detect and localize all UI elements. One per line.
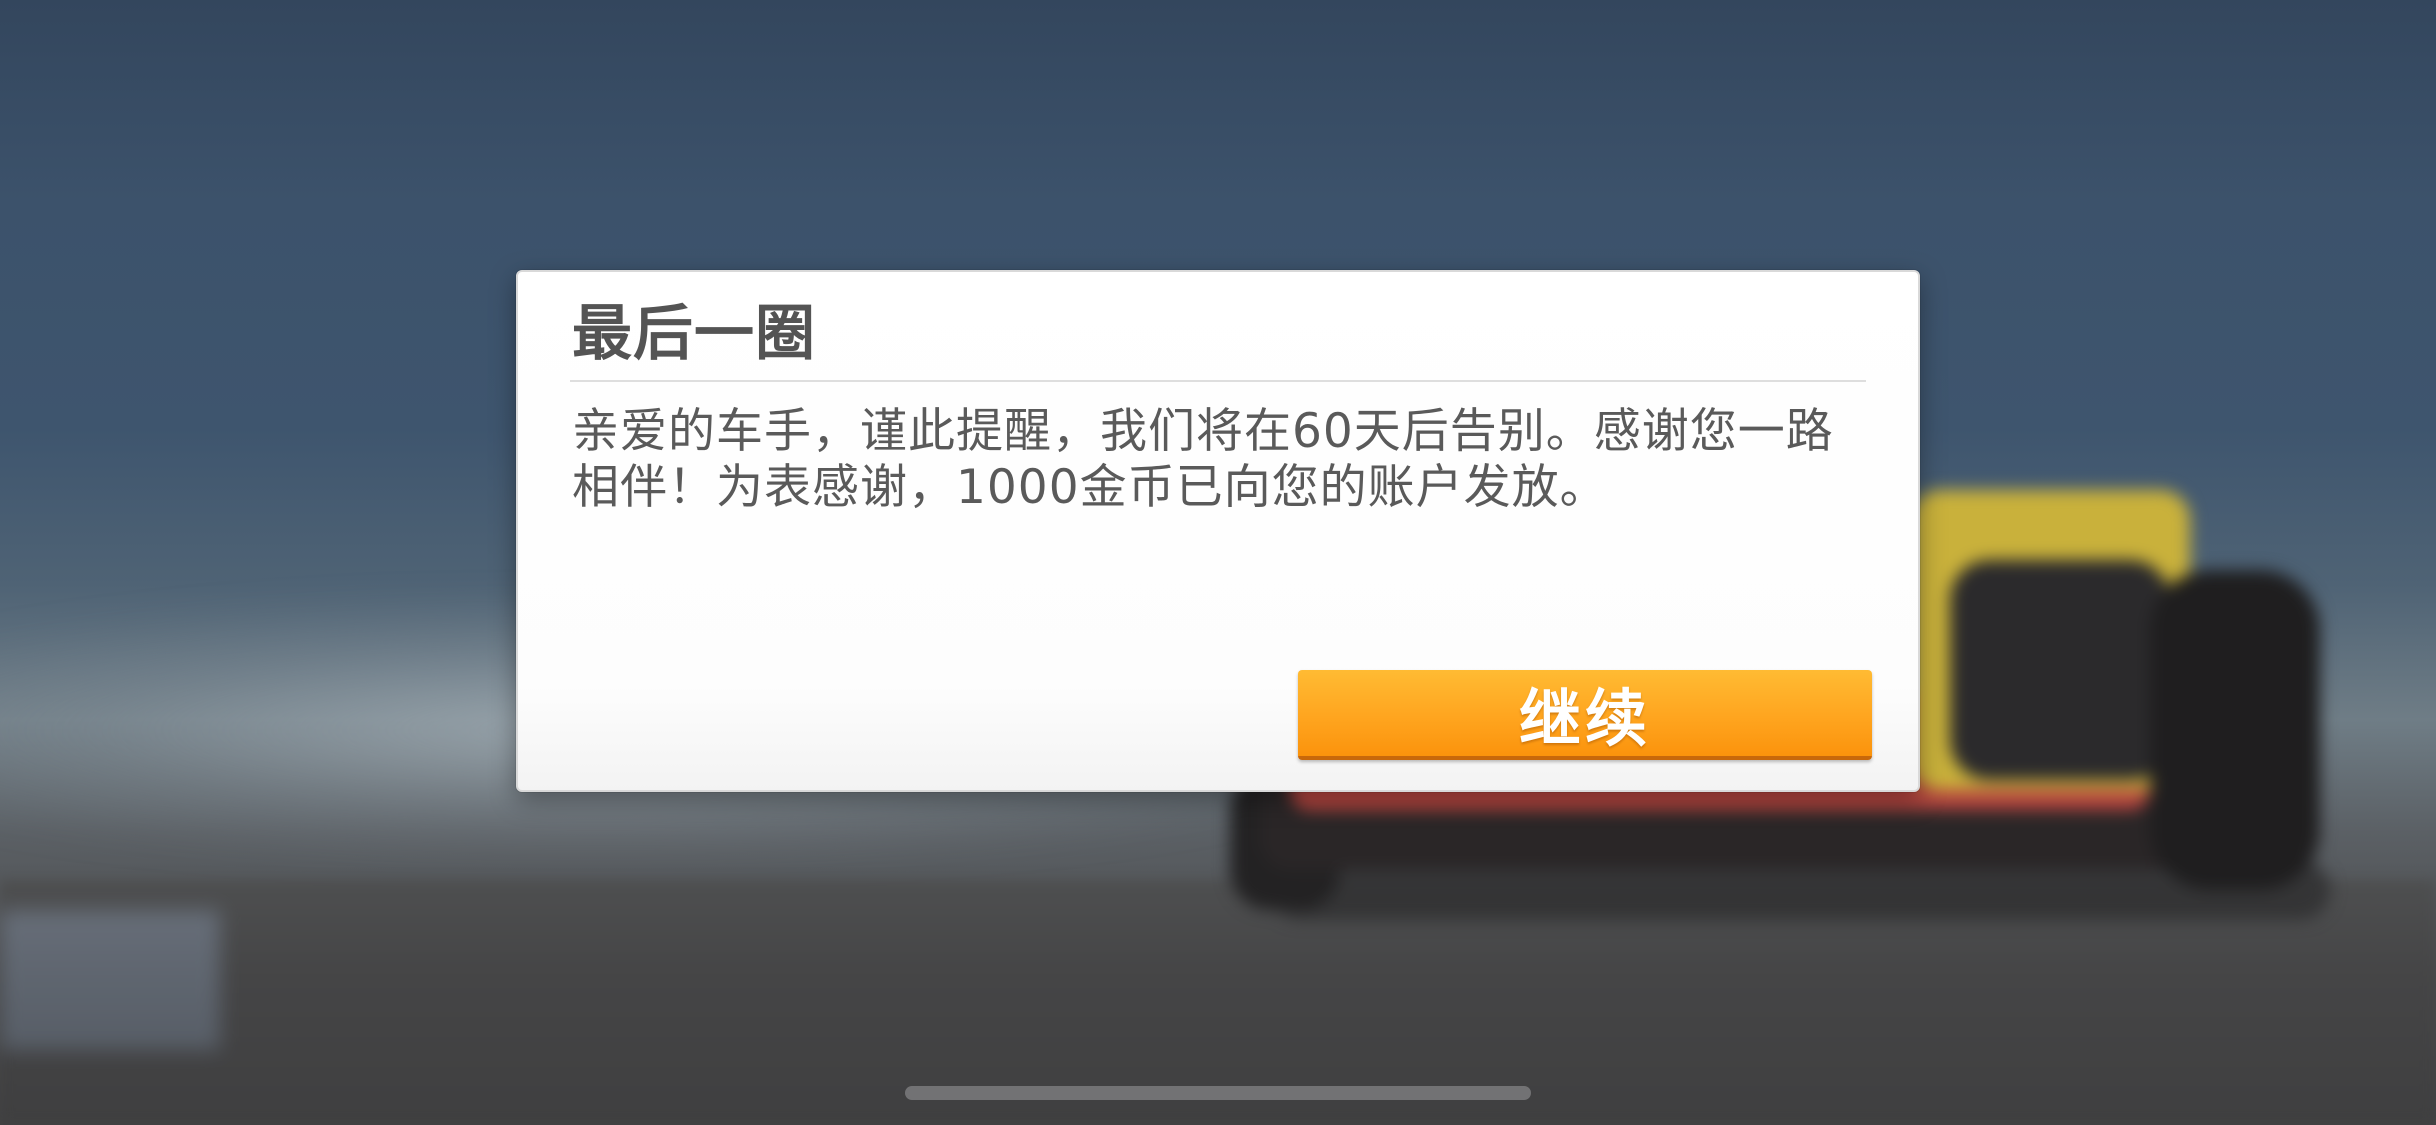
dialog-title: 最后一圈	[572, 299, 816, 369]
continue-button[interactable]: 继续	[1298, 670, 1872, 760]
dialog-message-line-2: 相伴！为表感谢，1000金币已向您的账户发放。	[572, 460, 1608, 515]
grandstand	[0, 910, 220, 1050]
farewell-dialog: 最后一圈 亲爱的车手，谨此提醒，我们将在60天后告别。感谢您一路 相伴！为表感谢…	[516, 270, 1920, 792]
dialog-message-line-1: 亲爱的车手，谨此提醒，我们将在60天后告别。感谢您一路	[572, 404, 1834, 459]
title-divider	[570, 380, 1866, 382]
continue-button-label: 继续	[1518, 682, 1651, 755]
home-indicator[interactable]	[905, 1086, 1531, 1100]
dialog-message: 亲爱的车手，谨此提醒，我们将在60天后告别。感谢您一路 相伴！为表感谢，1000…	[572, 404, 1882, 516]
